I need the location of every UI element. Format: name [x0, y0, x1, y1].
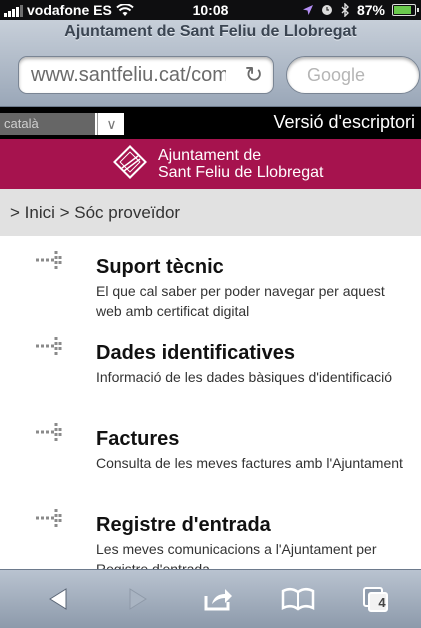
- item-title[interactable]: Dades identificatives: [96, 342, 295, 365]
- item-description: El que cal saber per poder navegar per a…: [96, 283, 385, 319]
- site-header: Ajuntament de Sant Feliu de Llobregat: [0, 139, 421, 189]
- chevron-down-icon[interactable]: ∨: [97, 113, 125, 135]
- page-title: Ajuntament de Sant Feliu de Llobregat: [64, 23, 357, 40]
- share-icon[interactable]: [198, 584, 238, 614]
- list-item-suport-tecnic[interactable]: Suport tècnic El que cal saber per poder…: [0, 236, 421, 322]
- breadcrumb[interactable]: > Inici > Sóc proveïdor: [0, 189, 421, 236]
- language-bar: català ∨ Versió d'escriptori: [0, 107, 421, 139]
- url-text: www.santfeliu.cat/comm: [31, 64, 226, 86]
- search-placeholder: Google: [307, 65, 366, 85]
- bullet-arrow-icon: [36, 423, 62, 441]
- item-description: Informació de les dades bàsiques d'ident…: [96, 369, 393, 385]
- search-input[interactable]: Google: [286, 56, 420, 94]
- item-title[interactable]: Factures: [96, 428, 179, 451]
- selected-language: català: [0, 113, 95, 135]
- back-icon[interactable]: [38, 584, 78, 614]
- section-list: Suport tècnic El que cal saber per poder…: [0, 236, 421, 569]
- tabs-button[interactable]: 4: [356, 584, 396, 614]
- list-item-dades-identificatives[interactable]: Dades identificatives Informació de les …: [0, 322, 421, 408]
- site-name-line1: Ajuntament de: [158, 147, 262, 164]
- browser-chrome: Ajuntament de Sant Feliu de Llobregat ww…: [0, 20, 421, 107]
- item-title[interactable]: Registre d'entrada: [96, 514, 271, 537]
- bluetooth-icon: [341, 3, 349, 17]
- browser-toolbar: 4: [0, 569, 421, 628]
- desktop-version-link[interactable]: Versió d'escriptori: [274, 112, 416, 133]
- battery-percent: 87%: [356, 2, 385, 18]
- status-bar: vodafone ES 10:08 87%: [0, 0, 421, 20]
- item-description: Consulta de les meves factures amb l'Aju…: [96, 455, 403, 471]
- battery-icon: [392, 4, 419, 16]
- location-arrow-icon: [302, 5, 313, 15]
- site-name[interactable]: Ajuntament de Sant Feliu de Llobregat: [158, 147, 323, 181]
- tabs-count: 4: [378, 595, 386, 610]
- alarm-icon: [321, 5, 332, 15]
- bookmarks-icon[interactable]: [278, 584, 318, 614]
- language-select[interactable]: català ∨: [0, 113, 124, 135]
- bullet-arrow-icon: [36, 251, 62, 269]
- reload-icon[interactable]: ↻: [245, 62, 263, 88]
- item-description: Les meves comunicacions a l'Ajuntament p…: [96, 541, 377, 569]
- bullet-arrow-icon: [36, 509, 62, 527]
- forward-icon[interactable]: [118, 584, 158, 614]
- bullet-arrow-icon: [36, 337, 62, 355]
- address-bar[interactable]: www.santfeliu.cat/comm ↻: [18, 56, 274, 94]
- city-logo-icon[interactable]: [112, 144, 148, 180]
- site-name-line2: Sant Feliu de Llobregat: [158, 164, 324, 181]
- list-item-factures[interactable]: Factures Consulta de les meves factures …: [0, 408, 421, 494]
- item-title[interactable]: Suport tècnic: [96, 256, 224, 279]
- list-item-registre-entrada[interactable]: Registre d'entrada Les meves comunicacio…: [0, 494, 421, 569]
